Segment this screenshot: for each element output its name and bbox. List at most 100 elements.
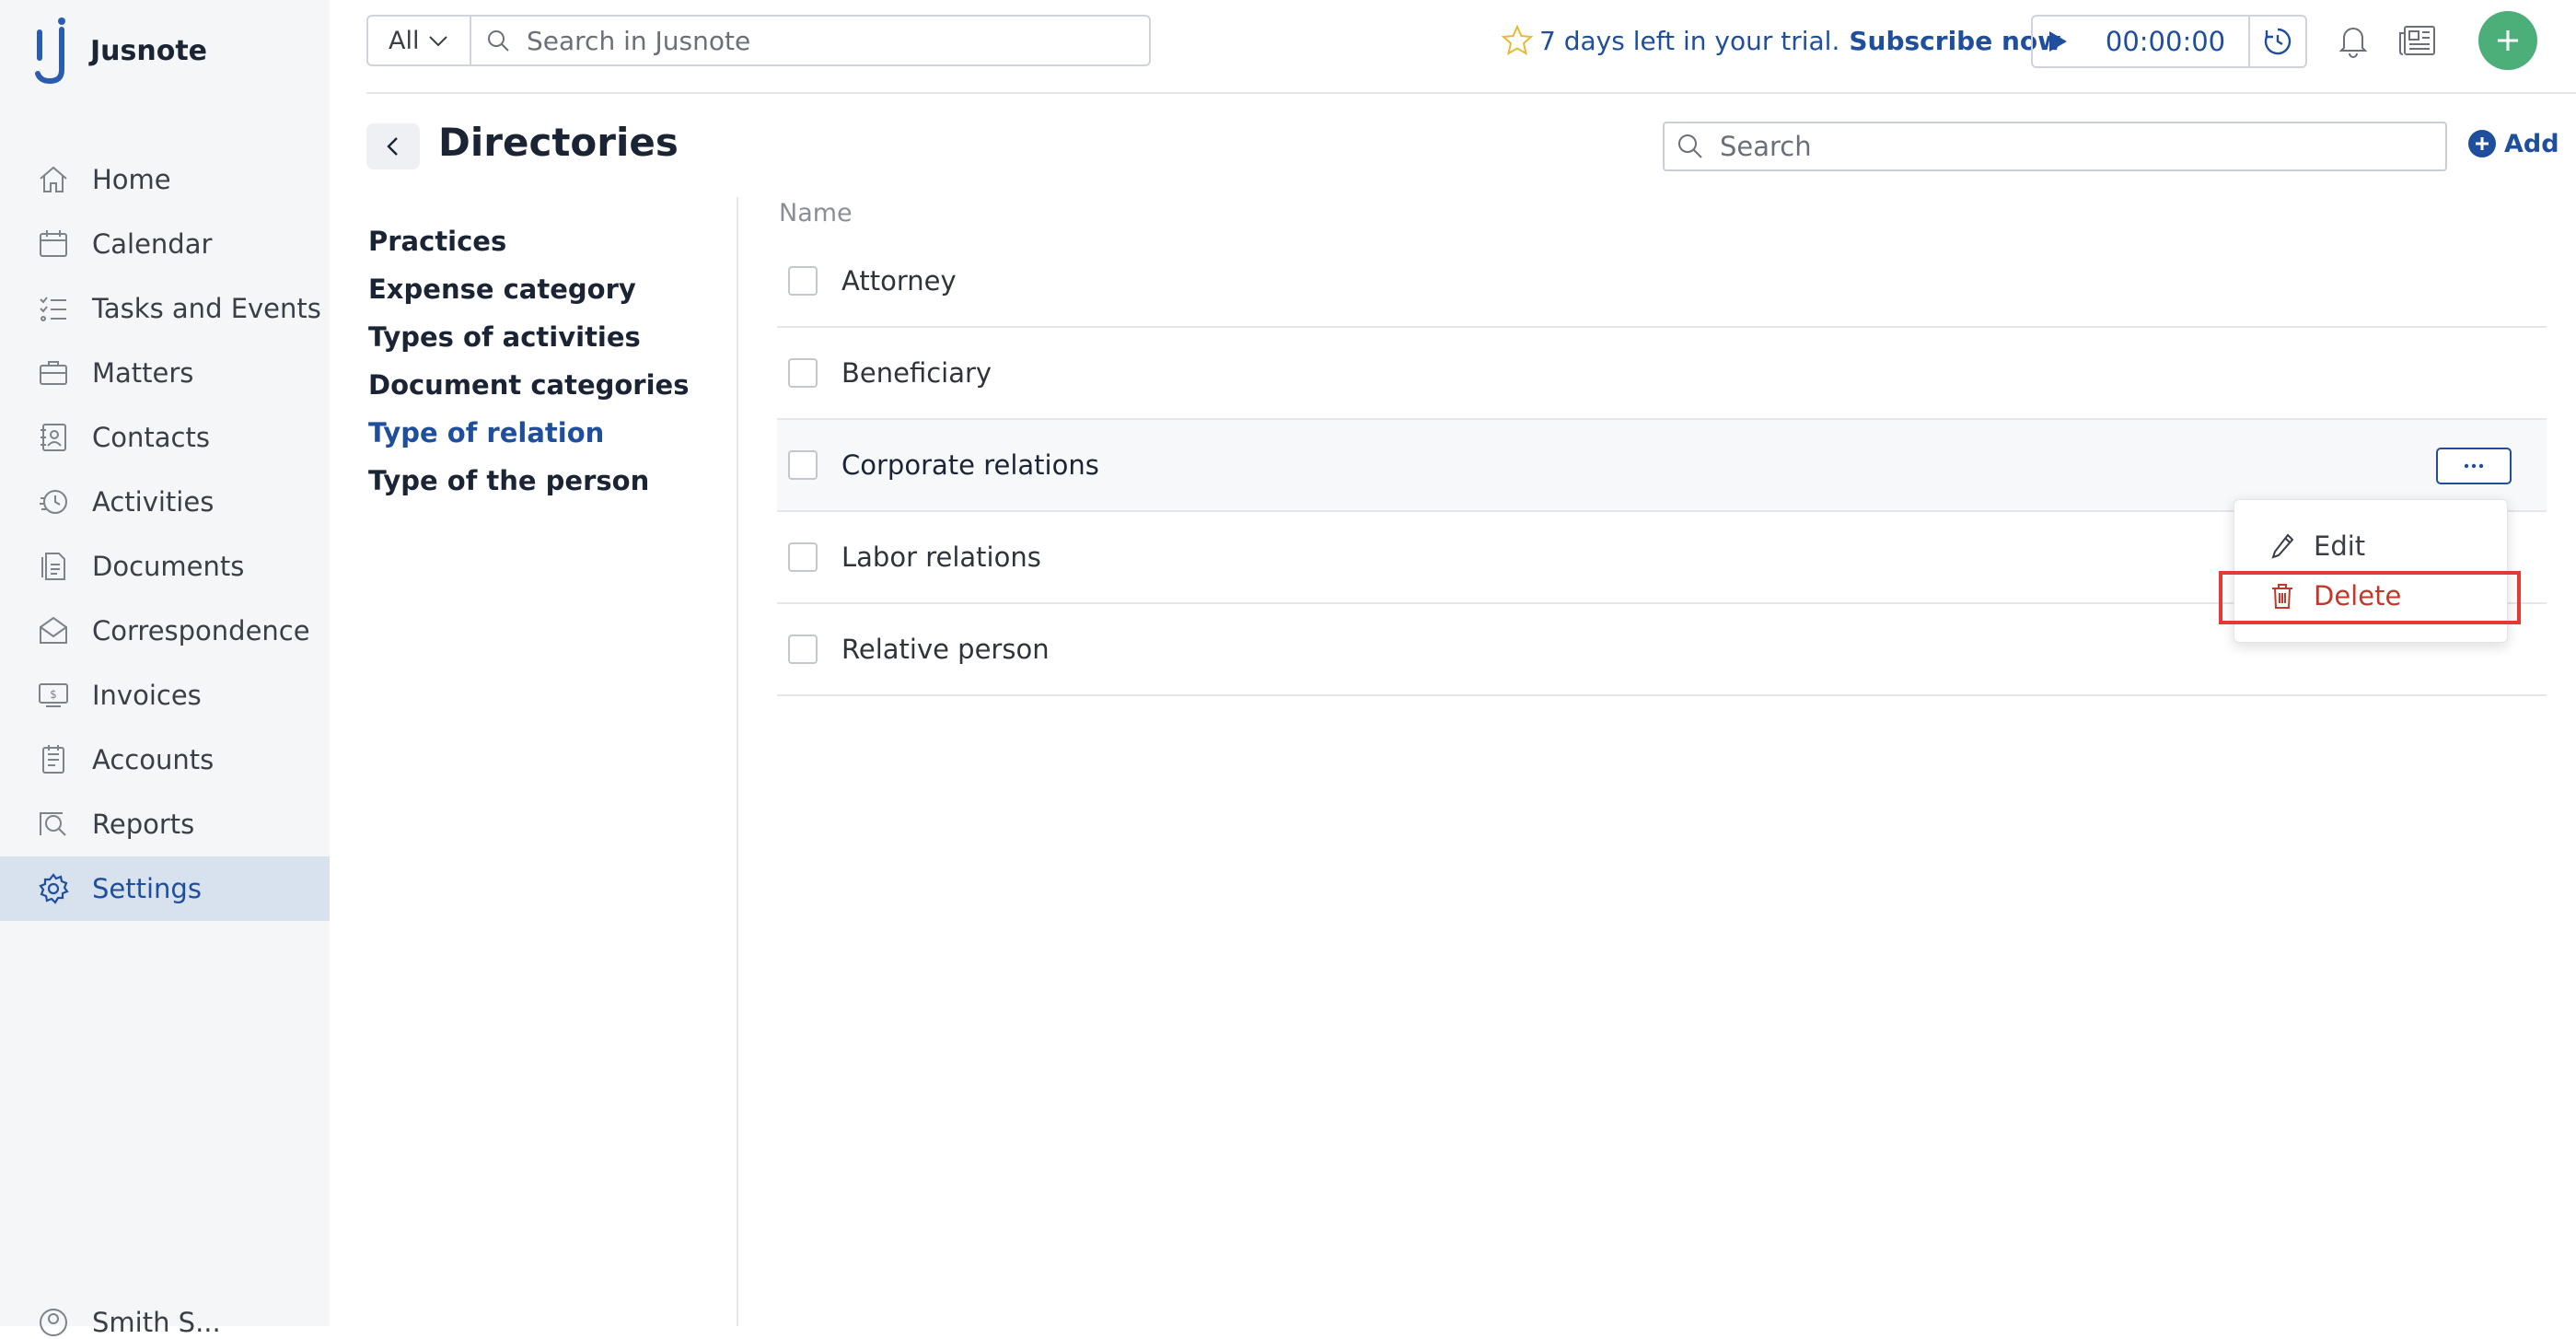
search-icon: [488, 30, 509, 52]
directory-search-input[interactable]: [1718, 130, 2421, 163]
sidebar-item-activities[interactable]: Activities: [0, 470, 330, 534]
search-scope-select[interactable]: All: [366, 15, 471, 66]
sidebar-item-label: Tasks and Events: [92, 293, 321, 324]
sidebar-item-label: Invoices: [92, 680, 202, 711]
table-row[interactable]: Attorney: [777, 236, 2547, 328]
sidebar-item-documents[interactable]: Documents: [0, 534, 330, 599]
timer-history-button[interactable]: [2250, 17, 2305, 66]
trial-banner: 7 days left in your trial. Subscribe now: [1501, 20, 2061, 61]
row-checkbox[interactable]: [788, 358, 818, 388]
trash-icon: [2272, 584, 2292, 609]
sidebar-item-label: Accounts: [92, 744, 215, 775]
row-checkbox[interactable]: [788, 266, 818, 296]
subnav-item-expense-category[interactable]: Expense category: [368, 265, 689, 313]
calendar-icon: [40, 230, 67, 257]
trial-text: 7 days left in your trial.: [1539, 25, 1840, 56]
tasks-icon: [40, 297, 66, 321]
topbar: All 7 days left in your trial. Subscribe…: [366, 0, 2576, 92]
row-label: Beneficiary: [841, 357, 992, 389]
sidebar-item-invoices[interactable]: $ Invoices: [0, 663, 330, 728]
subscribe-link[interactable]: Subscribe now: [1849, 26, 2061, 56]
page-title: Directories: [438, 120, 679, 165]
row-actions-button[interactable]: [2436, 448, 2512, 484]
sidebar-item-accounts[interactable]: Accounts: [0, 728, 330, 792]
sidebar-item-correspondence[interactable]: Correspondence: [0, 599, 330, 663]
timer-play-button[interactable]: [2033, 17, 2083, 66]
user-name: Smith S...: [92, 1307, 221, 1338]
star-icon: [1501, 24, 1534, 56]
sidebar-item-label: Home: [92, 164, 171, 195]
clock-history-icon: [40, 490, 67, 514]
sidebar-item-label: Settings: [92, 873, 202, 904]
envelope-icon: [40, 616, 67, 644]
global-search: [470, 15, 1151, 66]
address-book-icon: [41, 424, 66, 451]
sidebar-item-label: Contacts: [92, 422, 210, 453]
chevron-down-icon: [429, 36, 448, 47]
row-checkbox[interactable]: [788, 450, 818, 480]
add-button[interactable]: Add: [2467, 129, 2559, 158]
directory-search: [1663, 122, 2447, 171]
play-icon: [2049, 31, 2067, 52]
more-horizontal-icon: [2464, 463, 2484, 469]
table-row[interactable]: Corporate relations: [777, 420, 2547, 512]
documents-icon: [41, 553, 65, 580]
jusnote-logo-icon: [35, 17, 65, 85]
search-icon: [1678, 134, 1702, 158]
app-logo[interactable]: Jusnote: [33, 17, 207, 85]
menu-item-delete[interactable]: Delete: [2234, 572, 2509, 620]
sidebar-item-label: Matters: [92, 357, 194, 389]
back-button[interactable]: [366, 123, 420, 169]
invoice-icon: $: [39, 683, 68, 707]
sidebar-item-label: Calendar: [92, 228, 213, 260]
plus-icon: [2498, 30, 2518, 51]
row-label: Relative person: [841, 634, 1050, 665]
sidebar-item-label: Activities: [92, 486, 215, 518]
plus-circle-icon: [2468, 130, 2496, 157]
row-checkbox[interactable]: [788, 635, 818, 664]
menu-item-label: Delete: [2314, 580, 2402, 611]
sidebar-nav: Home Calendar Tasks and Events Matters C…: [0, 147, 330, 921]
timer-value: 00:00:00: [2083, 17, 2250, 66]
newspaper-icon[interactable]: [2397, 22, 2438, 59]
user-icon: [40, 1309, 67, 1336]
menu-item-edit[interactable]: Edit: [2234, 522, 2509, 570]
chevron-left-icon: [387, 137, 398, 156]
row-checkbox[interactable]: [788, 542, 818, 572]
topbar-divider: [366, 92, 2576, 94]
ledger-icon: [42, 745, 64, 774]
subnav-item-type-of-relation[interactable]: Type of relation: [368, 409, 689, 457]
column-header-name: Name: [779, 199, 853, 227]
sidebar-item-settings[interactable]: Settings: [0, 856, 330, 921]
search-scope-value: All: [389, 26, 420, 55]
app-name: Jusnote: [90, 34, 208, 67]
subnav-item-practices[interactable]: Practices: [368, 217, 689, 265]
sidebar-item-home[interactable]: Home: [0, 147, 330, 212]
briefcase-icon: [40, 361, 67, 385]
sidebar-item-tasks[interactable]: Tasks and Events: [0, 276, 330, 341]
svg-text:$: $: [50, 688, 57, 701]
menu-item-label: Edit: [2314, 530, 2366, 562]
sidebar-item-contacts[interactable]: Contacts: [0, 405, 330, 470]
table-row[interactable]: Beneficiary: [777, 328, 2547, 420]
subnav-item-type-of-the-person[interactable]: Type of the person: [368, 457, 689, 505]
global-search-input[interactable]: [525, 24, 1118, 57]
row-label: Labor relations: [841, 541, 1041, 573]
sidebar-item-calendar[interactable]: Calendar: [0, 212, 330, 276]
history-icon: [2264, 28, 2292, 55]
sidebar: Jusnote Home Calendar Tasks and Events M…: [0, 0, 330, 1338]
subnav-item-types-of-activities[interactable]: Types of activities: [368, 313, 689, 361]
subnav-divider: [737, 197, 738, 1326]
pencil-icon: [2271, 533, 2294, 559]
gear-icon: [39, 873, 69, 904]
sidebar-item-matters[interactable]: Matters: [0, 341, 330, 405]
sidebar-item-label: Correspondence: [92, 615, 310, 646]
sidebar-item-label: Documents: [92, 551, 245, 582]
bell-icon[interactable]: [2335, 22, 2372, 59]
directory-subnav: Practices Expense category Types of acti…: [368, 217, 689, 505]
subnav-item-document-categories[interactable]: Document categories: [368, 361, 689, 409]
sidebar-user[interactable]: Smith S...: [37, 1306, 221, 1339]
home-icon: [40, 166, 67, 192]
quick-add-button[interactable]: [2478, 11, 2537, 70]
sidebar-item-reports[interactable]: Reports: [0, 792, 330, 856]
